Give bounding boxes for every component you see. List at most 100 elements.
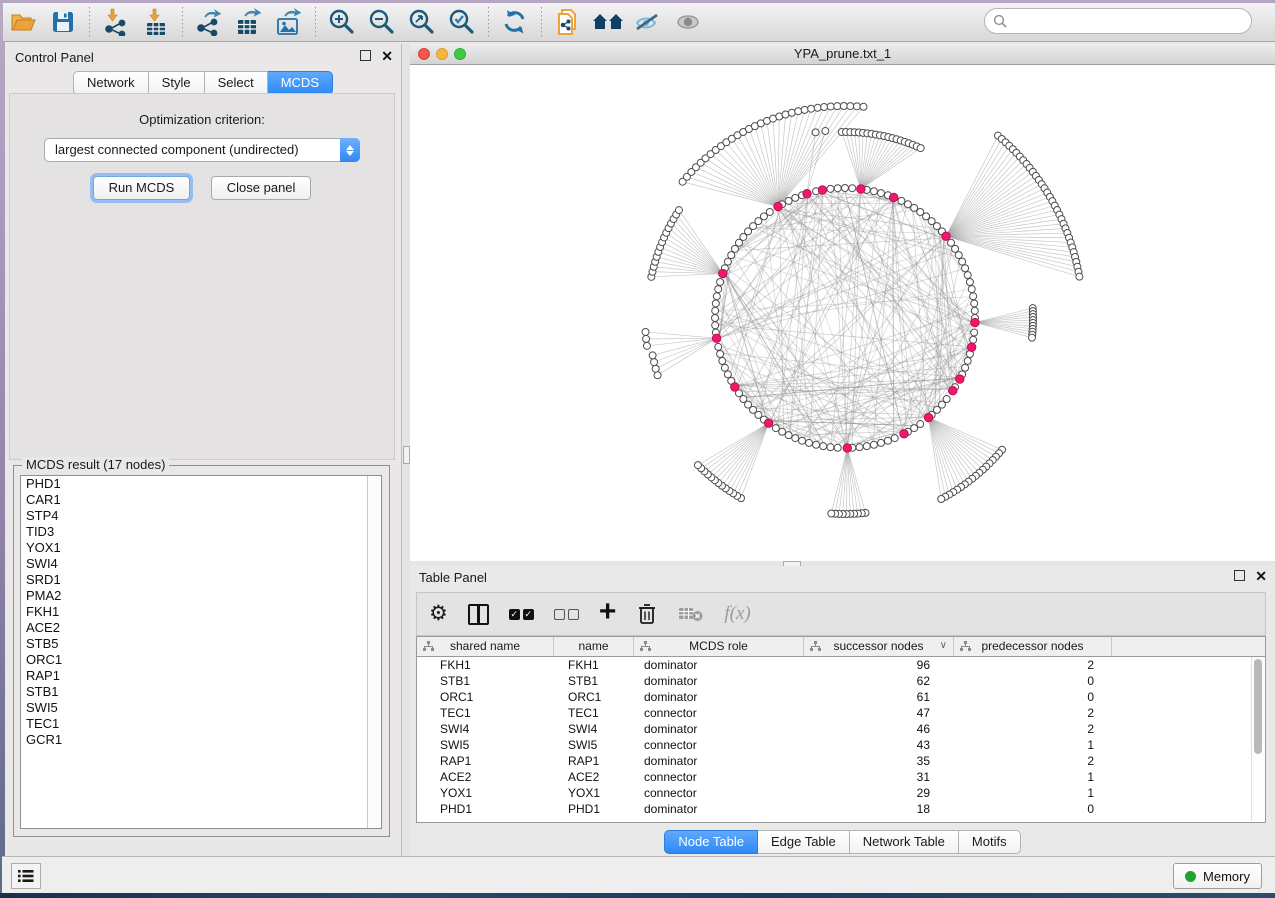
open-session-button[interactable] [5, 6, 41, 38]
column-header[interactable]: MCDS role [634, 637, 804, 656]
table-row[interactable]: SWI4SWI4dominator462 [417, 721, 1265, 737]
table-settings-button[interactable]: ⚙ [429, 599, 448, 629]
list-item[interactable]: SWI4 [21, 556, 381, 572]
export-image-button[interactable] [271, 6, 307, 38]
list-item[interactable]: RAP1 [21, 668, 381, 684]
tab-network-table[interactable]: Network Table [850, 830, 959, 854]
show-task-history-button[interactable] [11, 863, 41, 889]
table-row[interactable]: STB1STB1dominator620 [417, 673, 1265, 689]
table-row[interactable]: FKH1FKH1dominator962 [417, 657, 1265, 673]
list-item[interactable]: STB5 [21, 636, 381, 652]
refresh-layout-button[interactable] [497, 6, 533, 38]
home-views-button[interactable] [590, 6, 626, 38]
list-item[interactable]: CAR1 [21, 492, 381, 508]
search-input[interactable] [1014, 13, 1243, 30]
zoom-selected-button[interactable] [444, 6, 480, 38]
close-panel-button[interactable]: Close panel [211, 176, 312, 200]
table-row[interactable]: TEC1TEC1connector472 [417, 705, 1265, 721]
list-item[interactable]: ACE2 [21, 620, 381, 636]
list-item[interactable]: YOX1 [21, 540, 381, 556]
table-row[interactable]: ACE2ACE2connector311 [417, 769, 1265, 785]
close-window-icon[interactable] [418, 48, 430, 60]
delete-table-button[interactable] [678, 599, 704, 629]
float-panel-icon[interactable] [360, 50, 371, 61]
tab-edge-table[interactable]: Edge Table [758, 830, 850, 854]
function-builder-button[interactable]: f(x) [724, 599, 750, 629]
minimize-window-icon[interactable] [436, 48, 448, 60]
close-panel-icon[interactable]: ✕ [381, 51, 393, 61]
table-row[interactable]: YOX1YOX1connector291 [417, 785, 1265, 801]
hide-selected-button[interactable] [630, 6, 666, 38]
table-row[interactable]: SWI5SWI5connector431 [417, 737, 1265, 753]
list-item[interactable]: STB1 [21, 684, 381, 700]
column-header[interactable]: name [554, 637, 634, 656]
list-item[interactable]: GCR1 [21, 732, 381, 748]
memory-button[interactable]: Memory [1173, 863, 1262, 889]
run-mcds-button[interactable]: Run MCDS [93, 176, 191, 200]
refresh-layout-icon [501, 8, 529, 36]
close-panel-icon[interactable]: ✕ [1255, 571, 1267, 581]
export-table-button[interactable] [231, 6, 267, 38]
float-panel-icon[interactable] [1234, 570, 1245, 581]
tab-network[interactable]: Network [73, 71, 149, 95]
list-item[interactable]: SWI5 [21, 700, 381, 716]
column-header[interactable]: predecessor nodes [954, 637, 1112, 656]
list-item[interactable]: PMA2 [21, 588, 381, 604]
list-item[interactable]: PHD1 [21, 476, 381, 492]
function-builder-icon: f(x) [724, 603, 750, 625]
table-row[interactable]: RAP1RAP1dominator352 [417, 753, 1265, 769]
export-image-icon [274, 8, 304, 36]
save-session-button[interactable] [45, 6, 81, 38]
toolbar-separator [488, 7, 489, 37]
tab-motifs[interactable]: Motifs [959, 830, 1021, 854]
network-window-title: YPA_prune.txt_1 [410, 44, 1275, 64]
zoom-fit-button[interactable] [404, 6, 440, 38]
column-header-label: predecessor nodes [981, 639, 1083, 653]
splitter-grip[interactable] [403, 446, 410, 464]
network-window-titlebar[interactable]: YPA_prune.txt_1 [410, 44, 1275, 65]
search-icon [993, 14, 1008, 29]
list-item[interactable]: STP4 [21, 508, 381, 524]
import-network-button[interactable] [98, 6, 134, 38]
list-item[interactable]: TEC1 [21, 716, 381, 732]
open-folder-icon [9, 9, 37, 35]
column-header[interactable]: shared name [417, 637, 554, 656]
zoom-selected-icon [448, 8, 476, 36]
show-all-icon [673, 9, 703, 35]
table-row[interactable]: ORC1ORC1dominator610 [417, 689, 1265, 705]
add-button[interactable]: + [599, 599, 617, 629]
maximize-window-icon[interactable] [454, 48, 466, 60]
table-scrollbar[interactable] [1251, 657, 1264, 821]
delete-button[interactable] [636, 599, 658, 629]
shared-column-icon [810, 641, 821, 652]
mcds-result-scrollbar[interactable] [367, 476, 381, 828]
application-window: Control Panel ✕ Network Style Select MCD… [0, 0, 1275, 898]
import-table-button[interactable] [138, 6, 174, 38]
deselect-all-button[interactable] [554, 599, 579, 629]
network-view-canvas[interactable] [410, 64, 1275, 561]
search-box [984, 8, 1252, 34]
tab-select[interactable]: Select [205, 71, 268, 95]
node-table: shared namename MCDS role successor nodes∨… [416, 636, 1266, 823]
criterion-select[interactable]: largest connected component (undirected) [44, 138, 360, 162]
list-item[interactable]: TID3 [21, 524, 381, 540]
tab-node-table[interactable]: Node Table [664, 830, 758, 854]
zoom-in-button[interactable] [324, 6, 360, 38]
zoom-out-button[interactable] [364, 6, 400, 38]
show-columns-button[interactable] [468, 599, 489, 629]
list-item[interactable]: ORC1 [21, 652, 381, 668]
list-item[interactable]: SRD1 [21, 572, 381, 588]
tab-style[interactable]: Style [149, 71, 205, 95]
sort-chevron-icon[interactable]: ∨ [940, 637, 947, 655]
list-item[interactable]: FKH1 [21, 604, 381, 620]
clone-network-button[interactable] [550, 6, 586, 38]
show-all-button[interactable] [670, 6, 706, 38]
select-all-button[interactable]: ✓✓ [509, 599, 534, 629]
scrollbar-thumb[interactable] [1254, 659, 1262, 754]
export-network-button[interactable] [191, 6, 227, 38]
memory-status-icon [1185, 871, 1196, 882]
table-row[interactable]: PHD1PHD1dominator180 [417, 801, 1265, 817]
column-header[interactable]: successor nodes∨ [804, 637, 954, 656]
column-header-label: MCDS role [689, 639, 748, 653]
tab-mcds[interactable]: MCDS [268, 71, 333, 95]
